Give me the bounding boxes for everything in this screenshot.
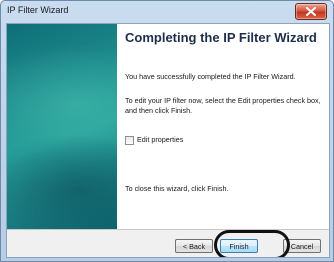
title-bar[interactable]: IP Filter Wizard (1, 1, 333, 23)
banner-shadow (7, 134, 117, 229)
close-instructions-text: To close this wizard, click Finish. (125, 184, 229, 193)
wizard-client-area: Completing the IP Filter Wizard You have… (6, 23, 330, 258)
wizard-side-banner (7, 24, 117, 229)
close-icon (306, 7, 316, 16)
close-button[interactable] (295, 3, 327, 20)
finish-button[interactable]: Finish (220, 239, 258, 253)
wizard-window: IP Filter Wizard Completing the IP Filte… (0, 0, 334, 262)
edit-properties-label[interactable]: Edit properties (137, 135, 183, 145)
success-text: You have successfully completed the IP F… (125, 72, 296, 81)
back-button[interactable]: < Back (175, 239, 213, 253)
wizard-content: Completing the IP Filter Wizard You have… (117, 24, 329, 229)
page-title: Completing the IP Filter Wizard (125, 30, 317, 45)
cancel-button[interactable]: Cancel (283, 239, 321, 253)
edit-instructions-text: To edit your IP filter now, select the E… (125, 96, 321, 115)
button-bar-divider (7, 229, 329, 230)
edit-properties-checkbox[interactable] (125, 136, 134, 145)
window-title: IP Filter Wizard (7, 5, 69, 15)
